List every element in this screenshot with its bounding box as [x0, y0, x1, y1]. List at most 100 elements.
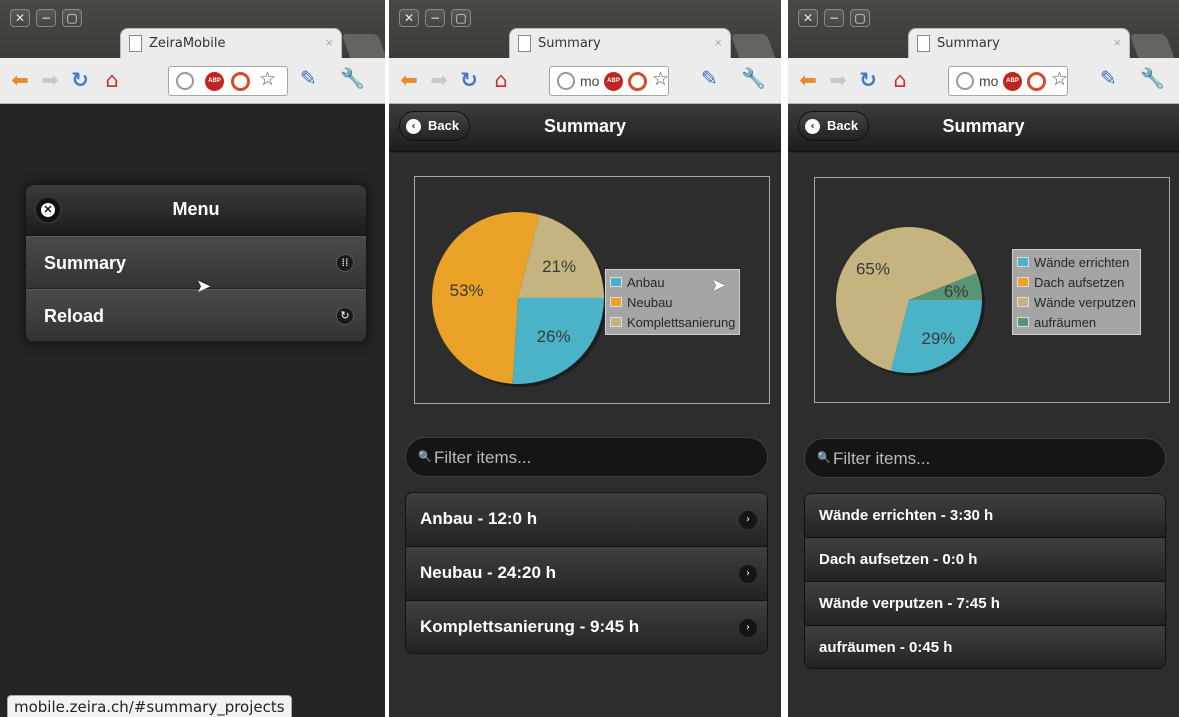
reload-icon[interactable]: ↻ [854, 66, 882, 94]
globe-icon [557, 72, 575, 90]
list-item[interactable]: aufräumen - 0:45 h [805, 626, 1165, 668]
page-body: 29% 65% 6% Wände errichten Dach aufsetzen … [788, 153, 1179, 717]
browser-tab[interactable]: Summary × [509, 28, 731, 58]
browser-tab[interactable]: Summary × [908, 28, 1130, 58]
adblock-icon[interactable]: ABP [604, 72, 623, 91]
pie-data-label: 65% [856, 259, 890, 278]
window-minimize-button[interactable]: − [425, 9, 445, 27]
window-maximize-button[interactable]: ▢ [850, 9, 870, 27]
window-maximize-button[interactable]: ▢ [451, 9, 471, 27]
page-header: ‹ Back Summary [389, 104, 781, 152]
eyedropper-icon[interactable]: ✎ [1100, 66, 1117, 90]
search-placeholder: Filter items... [434, 448, 532, 467]
page-body: 26% 53% 21% Anbau Neubau Komplettsanierung… [389, 153, 781, 717]
legend-label: Komplettsanierung [627, 314, 736, 330]
new-tab-button[interactable] [341, 34, 385, 58]
new-tab-button[interactable] [730, 34, 776, 58]
close-tab-icon[interactable]: × [325, 35, 333, 50]
wrench-icon[interactable]: 🔧 [340, 66, 365, 90]
pie-chart-projects: 26% 53% 21% Anbau Neubau Komplettsanierung… [414, 176, 770, 404]
legend-item: Dach aufsetzen [1017, 272, 1136, 292]
adblock-icon[interactable]: ABP [205, 72, 224, 91]
tab-title: Summary [538, 36, 601, 51]
globe-icon [176, 72, 194, 90]
new-tab-button[interactable] [1129, 34, 1175, 58]
back-arrow-icon[interactable]: ⬅ [794, 66, 822, 94]
pie-data-label: 26% [537, 327, 571, 346]
adblock-icon[interactable]: ABP [1003, 72, 1022, 91]
reload-icon[interactable]: ↻ [455, 66, 483, 94]
list-item[interactable]: Wände errichten - 3:30 h [805, 494, 1165, 538]
legend-swatch [1017, 297, 1029, 307]
window-close-button[interactable]: ✕ [798, 9, 818, 27]
list-item[interactable]: Neubau - 24:20 h › [406, 547, 767, 601]
chevron-right-icon: › [739, 565, 757, 583]
eyedropper-icon[interactable]: ✎ [300, 66, 317, 90]
menu-item-label: Summary [44, 253, 127, 273]
forward-arrow-icon[interactable]: ➡ [824, 66, 852, 94]
legend-label: aufräumen [1034, 314, 1097, 330]
list-item[interactable]: Dach aufsetzen - 0:0 h [805, 538, 1165, 582]
window-minimize-button[interactable]: − [824, 9, 844, 27]
list-item[interactable]: Anbau - 12:0 h › [406, 493, 767, 547]
browser-toolbar: ⬅ ➡ ↻ ⌂ mo ABP ☆ ✎ 🔧 [389, 58, 781, 104]
close-tab-icon[interactable]: × [1113, 35, 1121, 50]
page-content: ‹ Back Summary 29% 65% 6% Wände errichten … [788, 104, 1179, 717]
list-item[interactable]: Wände verputzen - 7:45 h [805, 582, 1165, 626]
chart-legend: Wände errichten Dach aufsetzen Wände ver… [1012, 249, 1141, 335]
bookmark-star-icon[interactable]: ☆ [652, 68, 669, 90]
mouse-cursor-icon: ➤ [711, 275, 727, 296]
window-close-button[interactable]: ✕ [10, 9, 30, 27]
pie-chart-tasks: 29% 65% 6% Wände errichten Dach aufsetzen … [814, 177, 1170, 403]
chevron-right-icon: › [739, 511, 757, 529]
chevron-right-icon: › [739, 619, 757, 637]
address-bar[interactable]: mo ABP ☆ [549, 66, 669, 96]
page-icon [129, 35, 142, 52]
filter-search-input[interactable]: 🔍 Filter items... [405, 437, 768, 477]
menu-dialog: ✕ Menu Summary ⁞⁞ Reload ↻ [26, 185, 366, 342]
refresh-icon: ↻ [336, 307, 354, 325]
pie-data-label: 29% [921, 329, 955, 348]
extension-target-icon[interactable] [628, 72, 647, 91]
forward-arrow-icon[interactable]: ➡ [425, 66, 453, 94]
page-title: Summary [543, 116, 627, 136]
status-bar-url: mobile.zeira.ch/#summary_projects [7, 695, 292, 717]
filter-search-input[interactable]: 🔍 Filter items... [804, 438, 1166, 478]
home-icon[interactable]: ⌂ [886, 66, 914, 94]
home-icon[interactable]: ⌂ [98, 66, 126, 94]
menu-header: ✕ Menu [26, 185, 366, 236]
summary-list: Wände errichten - 3:30 h Dach aufsetzen … [804, 493, 1166, 669]
address-text: mo [979, 73, 999, 89]
title-bar: ✕ − ▢ ZeiraMobile × [0, 0, 385, 58]
forward-arrow-icon[interactable]: ➡ [36, 66, 64, 94]
back-arrow-icon[interactable]: ⬅ [395, 66, 423, 94]
legend-swatch [610, 317, 622, 327]
reload-icon[interactable]: ↻ [66, 66, 94, 94]
window-maximize-button[interactable]: ▢ [62, 9, 82, 27]
address-bar[interactable]: ABP ☆ [168, 66, 288, 96]
extension-target-icon[interactable] [1027, 72, 1046, 91]
list-item[interactable]: Komplettsanierung - 9:45 h › [406, 601, 767, 653]
wrench-icon[interactable]: 🔧 [1140, 66, 1165, 90]
eyedropper-icon[interactable]: ✎ [701, 66, 718, 90]
legend-swatch [1017, 277, 1029, 287]
list-item-label: Anbau - 12:0 h [420, 509, 538, 528]
browser-window-summary-tasks: ✕ − ▢ Summary × ⬅ ➡ ↻ ⌂ mo ABP ☆ ✎ 🔧 ‹ B… [788, 0, 1179, 717]
browser-tab[interactable]: ZeiraMobile × [120, 28, 342, 58]
legend-item: Wände errichten [1017, 252, 1136, 272]
page-icon [518, 35, 531, 52]
close-tab-icon[interactable]: × [714, 35, 722, 50]
window-close-button[interactable]: ✕ [399, 9, 419, 27]
legend-item: Komplettsanierung [610, 312, 735, 332]
back-arrow-icon[interactable]: ⬅ [6, 66, 34, 94]
extension-target-icon[interactable] [231, 72, 250, 91]
bookmark-star-icon[interactable]: ☆ [259, 68, 276, 90]
window-minimize-button[interactable]: − [36, 9, 56, 27]
bookmark-star-icon[interactable]: ☆ [1051, 68, 1068, 90]
home-icon[interactable]: ⌂ [487, 66, 515, 94]
pie-data-label: 53% [450, 281, 484, 300]
address-bar[interactable]: mo ABP ☆ [948, 66, 1068, 96]
page-content: ‹ Back Summary 26% 53% 21% Anbau Neubau Ko… [389, 104, 781, 717]
wrench-icon[interactable]: 🔧 [741, 66, 766, 90]
list-item-label: Wände verputzen - 7:45 h [819, 595, 1000, 612]
